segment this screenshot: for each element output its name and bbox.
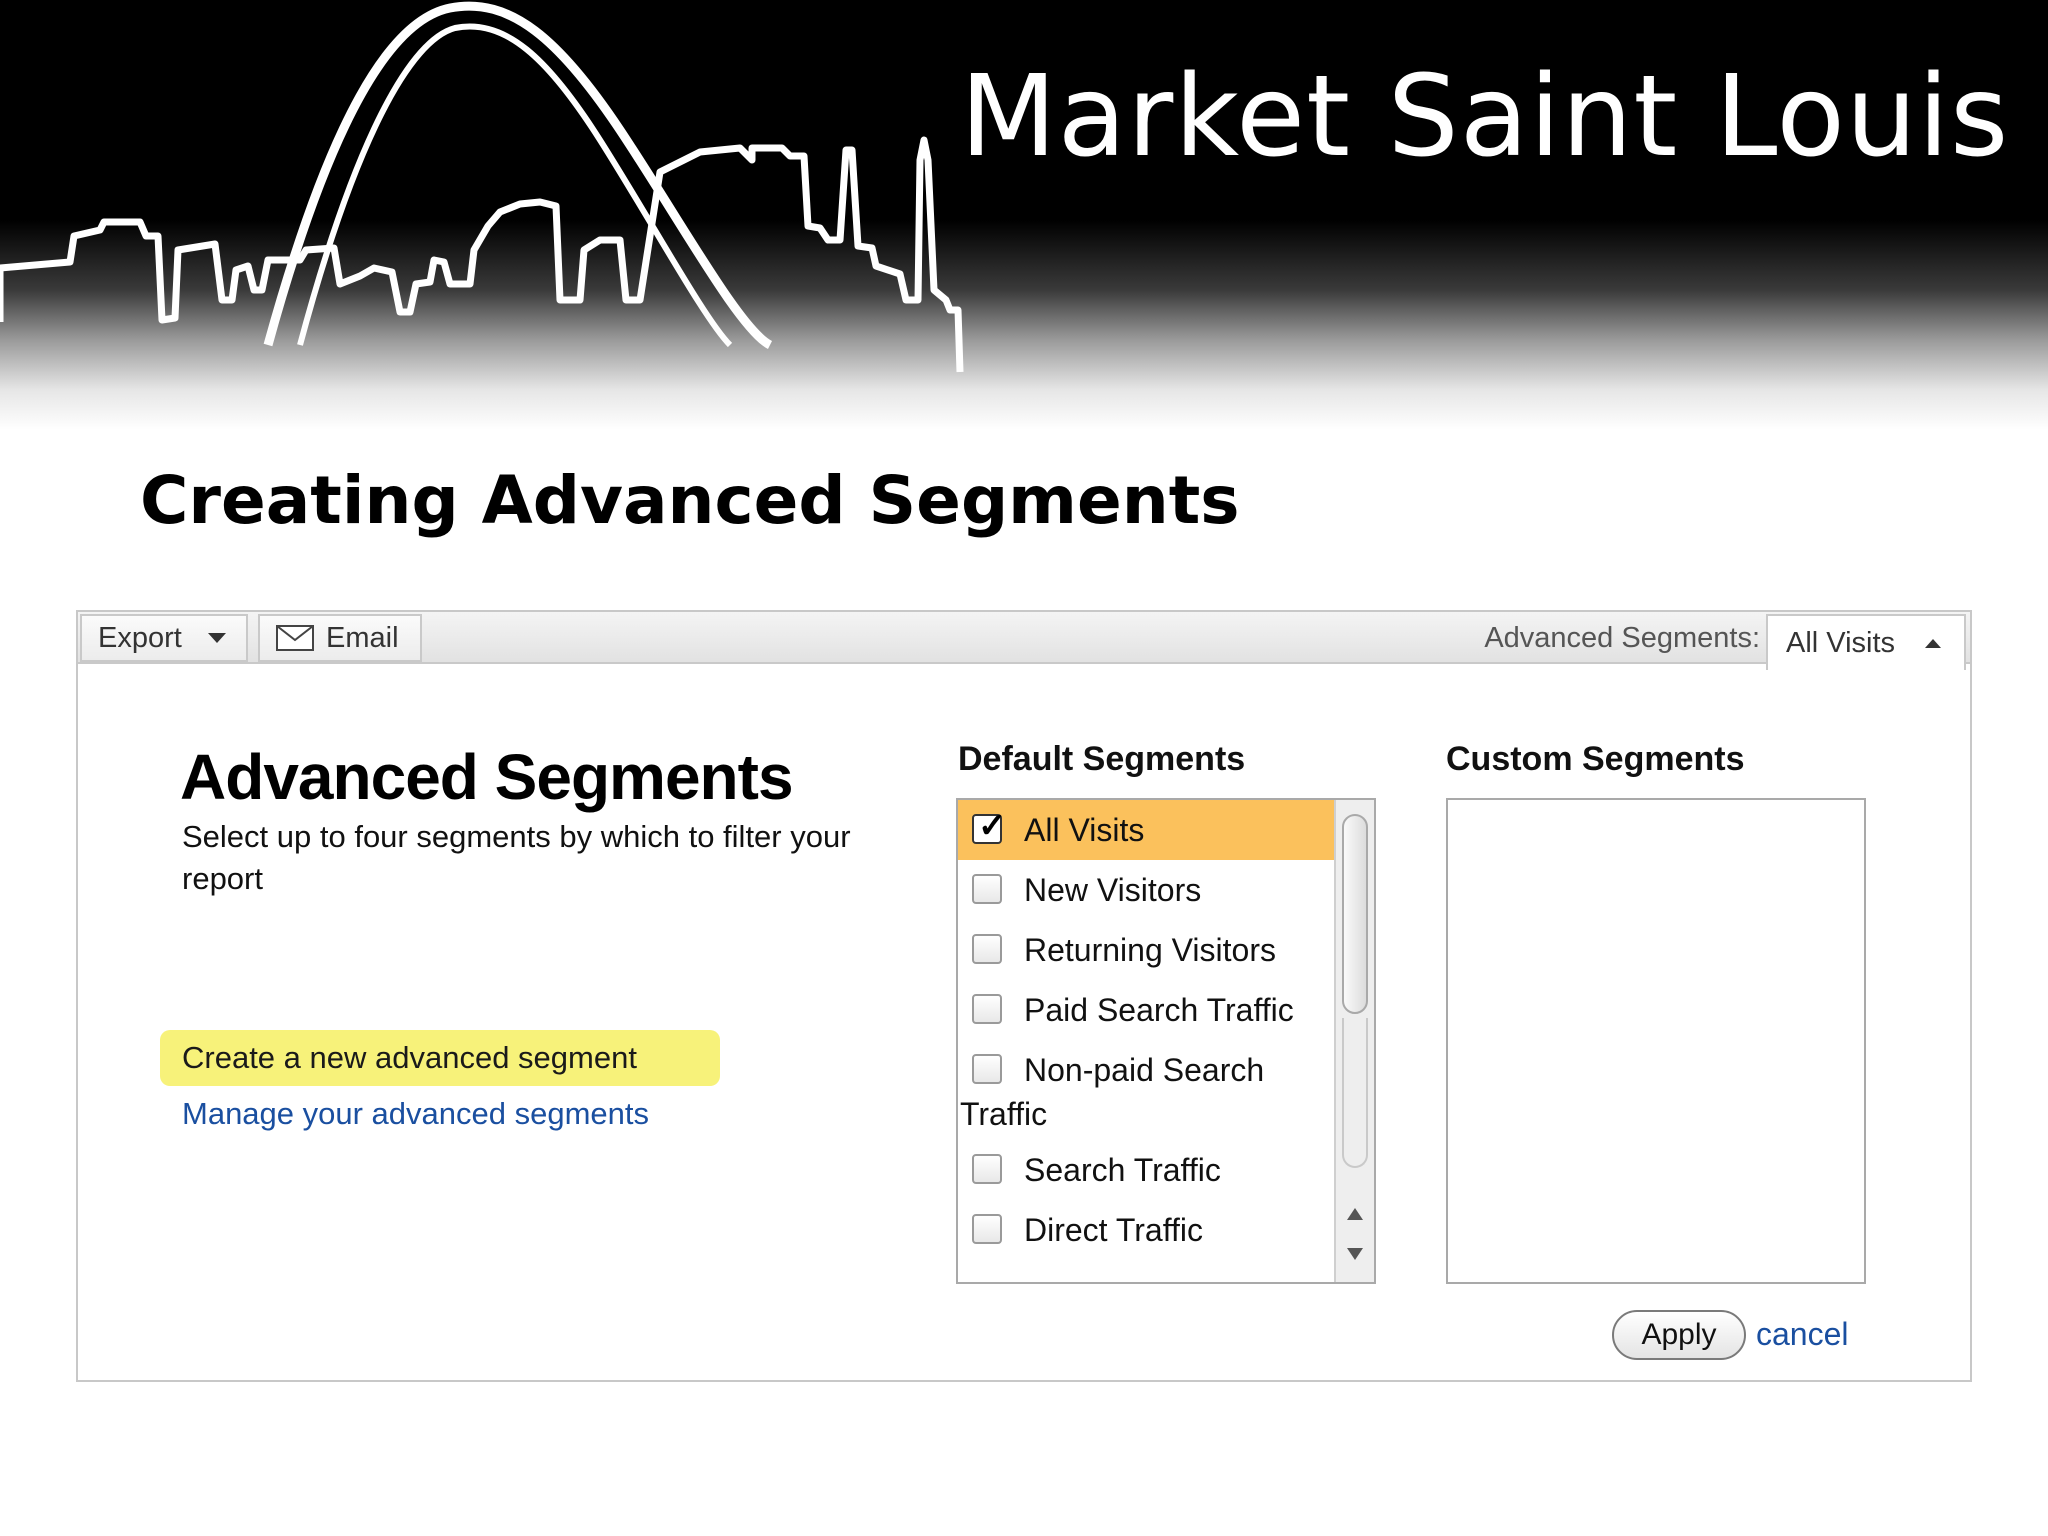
export-button[interactable]: Export	[80, 614, 248, 662]
brand-title: Market Saint Louis	[960, 52, 2010, 182]
segment-item-search-traffic[interactable]: Search Traffic	[958, 1140, 1334, 1200]
cancel-link[interactable]: cancel	[1756, 1316, 1849, 1353]
segment-label: New Visitors	[1024, 872, 1202, 908]
list-scrollbar[interactable]	[1334, 800, 1374, 1282]
envelope-icon	[276, 625, 314, 651]
banner: Market Saint Louis	[0, 0, 2048, 440]
segment-item-direct-traffic[interactable]: Direct Traffic	[958, 1200, 1334, 1260]
chevron-up-icon	[1925, 638, 1942, 648]
scroll-down-arrow-icon[interactable]	[1347, 1248, 1363, 1260]
segment-item-paid-search[interactable]: Paid Search Traffic	[958, 980, 1334, 1040]
email-label: Email	[326, 621, 399, 654]
segment-label: Returning Visitors	[1024, 932, 1276, 968]
checkmark-icon: ✓	[978, 807, 1007, 845]
segment-label-continued: Traffic	[960, 1096, 1048, 1132]
segment-item-all-visits[interactable]: ✓ All Visits	[958, 800, 1334, 860]
checkbox[interactable]	[972, 934, 1002, 964]
checkbox[interactable]	[972, 1154, 1002, 1184]
advanced-segments-dropdown[interactable]: All Visits	[1766, 614, 1966, 670]
default-segments-list: ✓ All Visits New Visitors Returning Visi…	[956, 798, 1376, 1284]
checkbox[interactable]	[972, 1214, 1002, 1244]
segment-label: Non-paid Search	[1024, 1052, 1265, 1088]
segment-label: All Visits	[1024, 812, 1145, 848]
default-segments-title: Default Segments	[958, 740, 1246, 778]
export-label: Export	[98, 621, 182, 654]
slide-title: Creating Advanced Segments	[140, 462, 1240, 539]
checkbox[interactable]	[972, 874, 1002, 904]
segment-label: Direct Traffic	[1024, 1212, 1203, 1248]
advanced-segments-heading: Advanced Segments	[180, 741, 794, 813]
apply-button[interactable]: Apply	[1612, 1310, 1746, 1360]
create-segment-link[interactable]: Create a new advanced segment	[160, 1030, 720, 1086]
checkbox[interactable]	[972, 1054, 1002, 1084]
toolbar: Export Email Advanced Segments: All Visi…	[78, 612, 1970, 670]
scrollbar-thumb[interactable]	[1342, 814, 1368, 1014]
chevron-down-icon	[207, 633, 226, 643]
segments-panel: Export Email Advanced Segments: All Visi…	[76, 610, 1972, 1382]
segment-item-new-visitors[interactable]: New Visitors	[958, 860, 1334, 920]
scroll-up-arrow-icon[interactable]	[1347, 1208, 1363, 1220]
segment-label: Paid Search Traffic	[1024, 992, 1294, 1028]
segment-item-non-paid-search[interactable]: Non-paid Search Traffic	[958, 1040, 1334, 1140]
advanced-segments-label: Advanced Segments:	[1484, 622, 1760, 654]
checkbox[interactable]	[972, 994, 1002, 1024]
scrollbar-track	[1342, 1018, 1368, 1168]
email-button[interactable]: Email	[258, 614, 422, 662]
manage-segments-link[interactable]: Manage your advanced segments	[182, 1096, 649, 1132]
segment-item-returning-visitors[interactable]: Returning Visitors	[958, 920, 1334, 980]
skyline-logo	[0, 1, 964, 373]
custom-segments-title: Custom Segments	[1446, 740, 1745, 778]
checkbox[interactable]: ✓	[972, 807, 1007, 845]
custom-segments-list[interactable]	[1446, 798, 1866, 1284]
segment-label: Search Traffic	[1024, 1152, 1221, 1188]
selected-segment: All Visits	[1786, 626, 1896, 659]
advanced-segments-description: Select up to four segments by which to f…	[182, 819, 851, 896]
